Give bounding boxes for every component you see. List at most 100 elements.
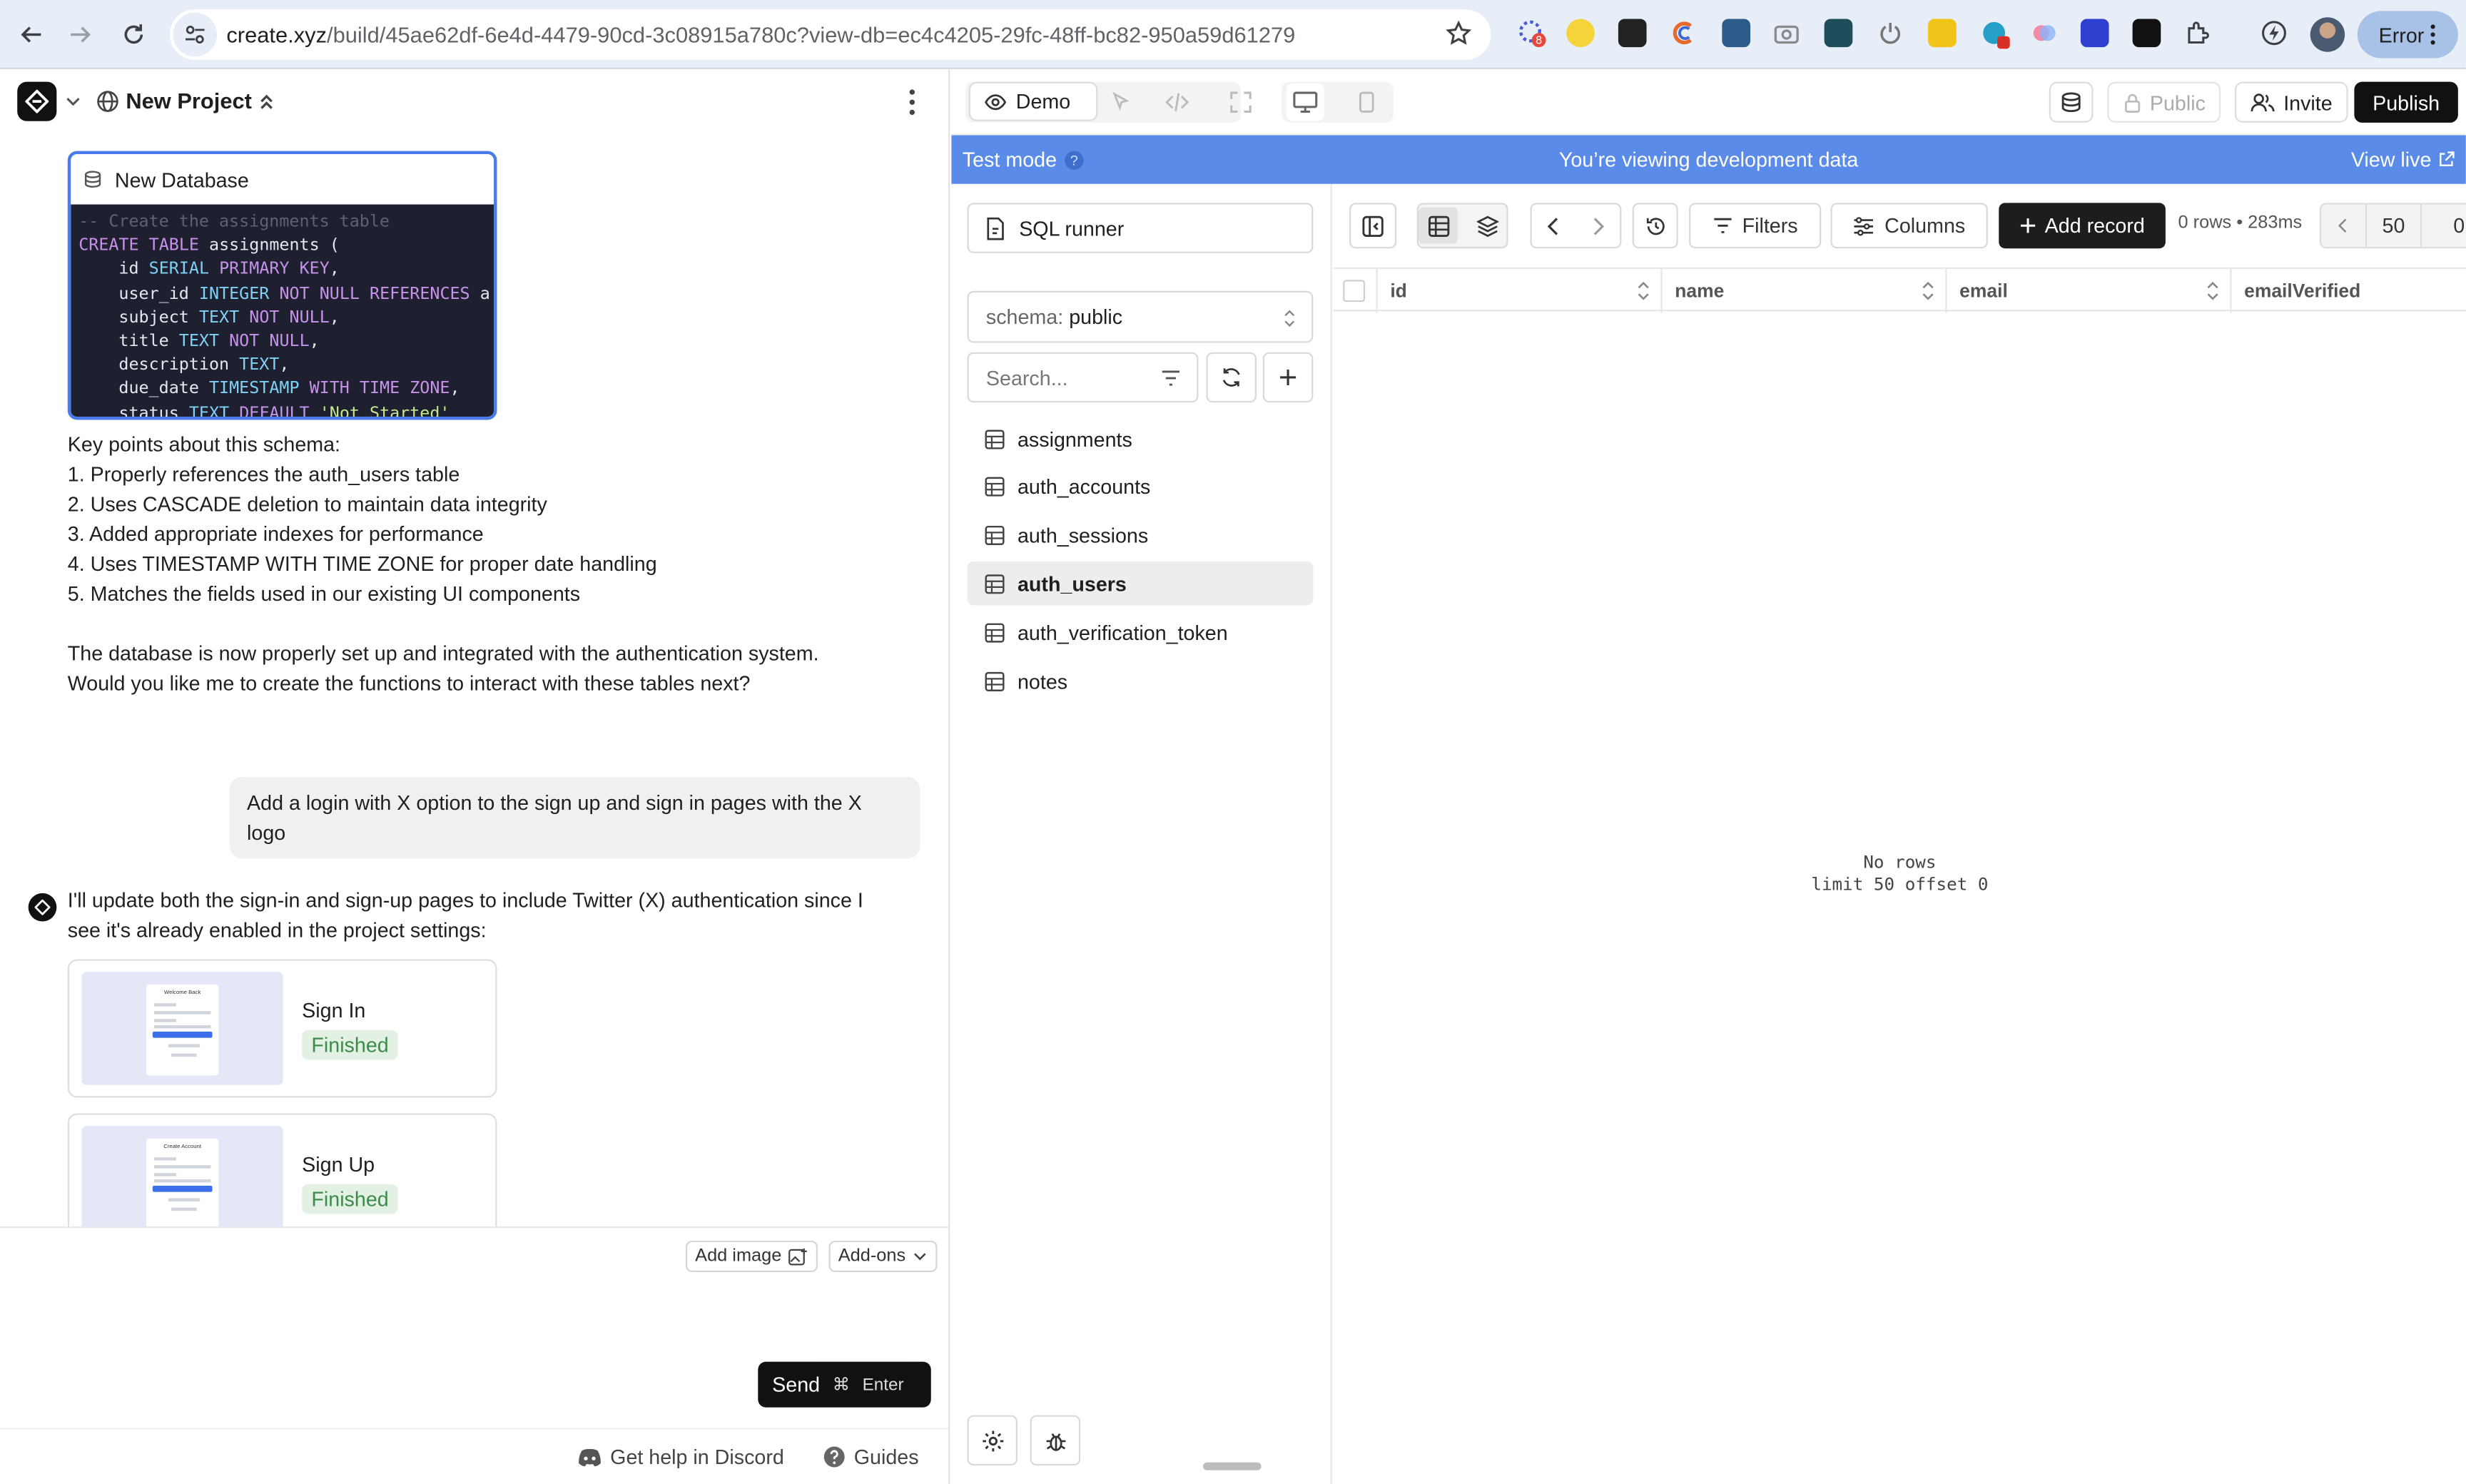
extension-c-icon[interactable] [1670,19,1699,47]
chevron-left-icon[interactable] [1532,216,1576,235]
sort-icon[interactable] [1637,281,1650,300]
chevrons-up-icon[interactable] [256,91,277,112]
back-button[interactable] [14,17,49,51]
page-size-value[interactable]: 50 [2365,204,2422,248]
table-item-notes[interactable]: notes [967,659,1313,703]
table-icon [985,526,1005,546]
fullscreen-icon[interactable] [1222,83,1260,121]
addons-dropdown[interactable]: Add-ons [828,1240,938,1273]
schema-select[interactable]: schema: public [967,290,1314,343]
chevron-right-icon[interactable] [1576,216,1620,235]
settings-button[interactable] [967,1415,1018,1466]
database-card[interactable]: New Database -- Create the assignments t… [67,151,497,420]
app-logo-icon[interactable] [17,81,57,121]
add-record-button[interactable]: Add record [1999,203,2166,249]
key-point-3: 3. Added appropriate indexes for perform… [67,522,484,546]
page-size-control[interactable]: 50 0 [2319,203,2466,249]
table-item-auth-sessions[interactable]: auth_sessions [967,514,1313,558]
demo-button[interactable]: Demo [968,81,1098,121]
project-name[interactable]: New Project [126,88,252,113]
column-header-name[interactable]: name [1663,268,1947,313]
extension-globe-icon[interactable] [1980,19,2010,49]
extension-spark-icon[interactable]: 8 [1518,19,1546,48]
extension-bookmark-icon[interactable] [1618,19,1647,48]
view-live-link[interactable]: View live [2351,148,2455,171]
column-header-emailverified[interactable]: emailVerified [2231,269,2465,313]
toggle-sidebar-button[interactable] [1349,203,1397,249]
key-points-title: Key points about this schema: [67,432,341,457]
view-switcher [1416,203,1508,249]
sort-icon[interactable] [2206,281,2219,300]
public-button[interactable]: Public [2107,81,2221,123]
summary-line-2: Would you like me to create the function… [67,671,751,696]
enter-key-label: Enter [862,1375,904,1394]
message-composer[interactable]: Add image Add-ons Send ⌘ Enter [0,1226,949,1428]
error-label: Error [2378,22,2425,47]
table-item-auth-verification-token[interactable]: auth_verification_token [967,611,1313,655]
table-icon [985,671,1005,691]
sort-icon[interactable] [1922,281,1934,300]
page-offset-value[interactable]: 0 [2453,214,2465,238]
reload-button[interactable] [116,17,151,51]
sidebar-collapse-icon [1362,215,1384,236]
table-item-auth-accounts[interactable]: auth_accounts [967,465,1313,509]
filters-button[interactable]: Filters [1689,203,1822,249]
more-menu-icon[interactable] [901,88,923,116]
browser-error-button[interactable]: Error [2357,11,2458,59]
grid-view-icon[interactable] [1419,207,1458,244]
extension-h-icon[interactable] [1722,19,1751,48]
rows-count-info: 0 rows • 283ms [2178,213,2303,233]
chevron-down-icon[interactable] [64,93,81,110]
publish-button[interactable]: Publish [2354,81,2458,123]
key-point-1: 1. Properly references the auth_users ta… [67,462,460,487]
send-button[interactable]: Send ⌘ Enter [758,1361,931,1408]
debug-button[interactable] [1030,1415,1081,1466]
address-bar[interactable]: create.xyz/build/45ae62df-6e4d-4479-90cd… [170,9,1491,60]
extension-power-icon[interactable] [1876,19,1904,47]
code-line: user_id INTEGER NOT NULL REFERENCES a [118,284,490,303]
code-line: status TEXT DEFAULT 'Not Started' [118,403,450,417]
mobile-view-icon[interactable] [1348,83,1386,121]
table-item-label: auth_sessions [1017,524,1149,548]
table-search-input[interactable]: Search... [967,352,1199,403]
table-item-assignments[interactable]: assignments [967,417,1313,461]
extension-circles-icon[interactable] [2030,19,2059,47]
page-card-sign-in[interactable]: Welcome Back Sign In Finished [67,959,497,1098]
add-table-button[interactable] [1262,352,1314,403]
desktop-view-icon[interactable] [1286,83,1324,121]
extension-fp-icon[interactable] [2132,19,2161,48]
page-card-sign-up[interactable]: Create Account Sign Up Finished [67,1113,497,1227]
extension-r-icon[interactable] [1928,19,1957,48]
lock-icon [2125,93,2141,112]
resize-handle[interactable] [1203,1462,1262,1470]
refresh-button[interactable] [1206,352,1257,403]
bookmark-star-icon[interactable] [1445,20,1472,47]
profile-avatar[interactable] [2310,17,2345,52]
extensions-puzzle-icon[interactable] [2184,19,2213,47]
empty-state-query: limit 50 offset 0 [1811,874,1989,895]
database-toggle-button[interactable] [2049,81,2094,123]
guides-link[interactable]: Guides [823,1445,919,1469]
select-all-checkbox[interactable] [1343,280,1366,303]
history-button[interactable] [1632,203,1678,249]
forward-button[interactable] [63,17,97,51]
table-item-auth-users[interactable]: auth_users [967,561,1314,606]
extension-puzzle-teal-icon[interactable] [1824,19,1853,48]
column-header-id[interactable]: id [1378,268,1663,313]
extension-yellow-icon[interactable] [1566,19,1595,48]
site-settings-icon[interactable] [173,12,218,57]
discord-help-link[interactable]: Get help in Discord [577,1445,784,1469]
add-image-button[interactable]: Add image [685,1240,818,1273]
extension-bolt-icon[interactable] [2260,19,2288,47]
columns-button[interactable]: Columns [1830,203,1988,249]
code-icon[interactable] [1157,83,1195,121]
layers-icon[interactable] [1467,208,1506,244]
chevron-left-icon[interactable] [2321,217,2365,234]
invite-button[interactable]: Invite [2234,81,2348,123]
sql-runner-button[interactable]: SQL runner [967,203,1314,253]
url-text: create.xyz/build/45ae62df-6e4d-4479-90cd… [226,22,1295,47]
extension-camera-icon[interactable] [1772,19,1801,47]
cursor-select-icon[interactable] [1102,83,1140,121]
column-header-email[interactable]: email [1947,268,2232,313]
extension-square-blue-icon[interactable] [2080,19,2109,48]
